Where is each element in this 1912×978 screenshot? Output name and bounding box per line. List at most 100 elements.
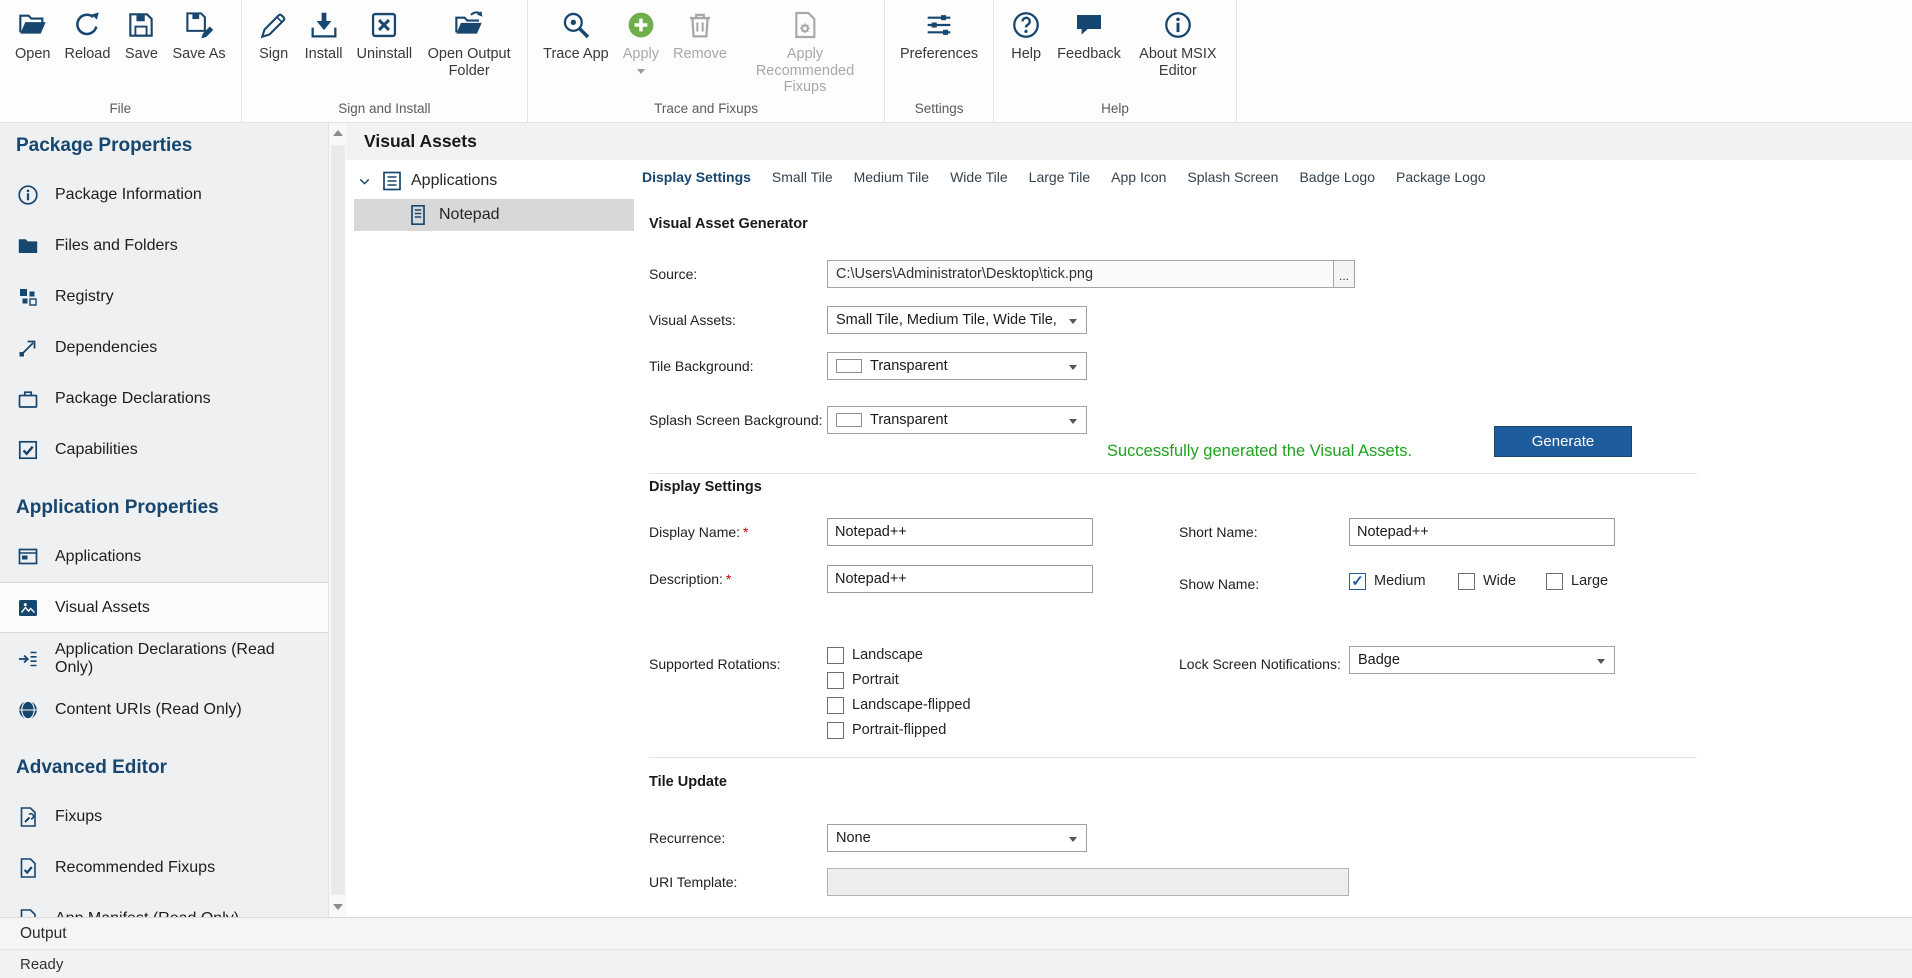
apply-recommended-fixups-button[interactable]: Apply Recommended Fixups [734, 4, 876, 98]
source-field-group: ... [827, 260, 1355, 288]
section-divider [649, 473, 1697, 474]
sidebar-item-package-declarations[interactable]: Package Declarations [0, 373, 328, 424]
checkbox-medium[interactable] [1349, 573, 1366, 590]
section-title-tile-update: Tile Update [649, 774, 727, 790]
output-panel-label: Output [20, 925, 67, 943]
sidebar-item-label: Application Declarations (Read Only) [55, 641, 312, 677]
tile-background-dropdown-value: Transparent [870, 358, 948, 374]
doc-lines-icon [16, 907, 40, 918]
tree-node-notepad[interactable]: Notepad [354, 199, 634, 231]
tab-display-settings[interactable]: Display Settings [640, 169, 753, 185]
browse-button[interactable]: ... [1333, 260, 1355, 288]
tab-small-tile[interactable]: Small Tile [770, 169, 835, 185]
checkbox-wide[interactable] [1458, 573, 1475, 590]
sidebar-item-recommended-fixups[interactable]: Recommended Fixups [0, 842, 328, 893]
lock-screen-notifications-value: Badge [1358, 652, 1400, 668]
ribbon-group-trace-and-fixups-label: Trace and Fixups [536, 98, 876, 122]
sidebar-item-content-uris[interactable]: Content URIs (Read Only) [0, 684, 328, 735]
tab-package-logo[interactable]: Package Logo [1394, 169, 1488, 185]
open-button[interactable]: Open [8, 4, 57, 65]
sidebar-section-application-properties: Application Properties [0, 485, 328, 531]
help-button[interactable]: Help [1002, 4, 1050, 65]
tile-background-dropdown[interactable]: Transparent [827, 352, 1087, 380]
tab-medium-tile[interactable]: Medium Tile [852, 169, 931, 185]
checkbox-portrait[interactable] [827, 672, 844, 689]
wrench-doc-icon [16, 805, 40, 829]
checkbox-portrait-flipped[interactable] [827, 722, 844, 739]
install-button[interactable]: Install [298, 4, 350, 65]
save-as-button[interactable]: Save As [165, 4, 232, 65]
tab-wide-tile[interactable]: Wide Tile [948, 169, 1010, 185]
tab-large-tile[interactable]: Large Tile [1027, 169, 1092, 185]
sidebar-scrollbar[interactable] [328, 123, 346, 917]
feedback-button[interactable]: Feedback [1050, 4, 1128, 65]
preferences-button[interactable]: Preferences [893, 4, 985, 65]
preferences-button-label: Preferences [900, 46, 978, 63]
sidebar: Package Properties Package Information F… [0, 123, 328, 917]
uninstall-button[interactable]: Uninstall [350, 4, 420, 65]
sidebar-item-visual-assets[interactable]: Visual Assets [0, 582, 328, 633]
uri-template-label: URI Template: [649, 868, 737, 896]
sidebar-item-registry[interactable]: Registry [0, 271, 328, 322]
checkbox-landscape-flipped[interactable] [827, 697, 844, 714]
supported-rotations-label: Supported Rotations: [649, 650, 781, 678]
output-panel-header[interactable]: Output [0, 917, 1912, 949]
remove-button[interactable]: Remove [666, 4, 734, 65]
about-msix-editor-button[interactable]: About MSIX Editor [1128, 4, 1228, 81]
recurrence-label: Recurrence: [649, 824, 725, 852]
sidebar-item-label: Dependencies [55, 339, 157, 357]
sidebar-item-application-declarations[interactable]: Application Declarations (Read Only) [0, 633, 328, 684]
recurrence-dropdown[interactable]: None [827, 824, 1087, 852]
show-name-label: Show Name: [1179, 570, 1259, 598]
uri-template-input[interactable] [827, 868, 1349, 896]
help-button-label: Help [1011, 46, 1041, 63]
remove-button-label: Remove [673, 46, 727, 63]
apply-recommended-fixups-icon [789, 9, 821, 41]
show-name-large-option: Large [1546, 570, 1608, 592]
ribbon-group-file-label: File [8, 98, 233, 122]
scroll-down-arrow[interactable] [329, 897, 346, 917]
splash-screen-background-dropdown-value: Transparent [870, 412, 948, 428]
description-input[interactable] [827, 565, 1093, 593]
display-name-input[interactable] [827, 518, 1093, 546]
sidebar-item-package-information[interactable]: Package Information [0, 169, 328, 220]
tree-node-applications[interactable]: Applications [346, 166, 634, 196]
checkbox-large[interactable] [1546, 573, 1563, 590]
open-output-folder-button[interactable]: Open Output Folder [419, 4, 519, 81]
sidebar-item-files-and-folders[interactable]: Files and Folders [0, 220, 328, 271]
section-title-visual-asset-generator: Visual Asset Generator [649, 216, 808, 232]
reload-button[interactable]: Reload [57, 4, 117, 65]
short-name-input[interactable] [1349, 518, 1615, 546]
save-button[interactable]: Save [117, 4, 165, 65]
scroll-up-arrow[interactable] [329, 123, 346, 143]
sidebar-item-applications[interactable]: Applications [0, 531, 328, 582]
sidebar-item-capabilities[interactable]: Capabilities [0, 424, 328, 475]
applications-tree: Applications Notepad [346, 160, 634, 917]
color-swatch [836, 359, 862, 373]
triangle-up-icon [333, 130, 343, 136]
ribbon-group-sign-and-install: Sign Install Uninstall Open Output Folde… [242, 0, 529, 122]
lock-screen-notifications-dropdown[interactable]: Badge [1349, 646, 1615, 674]
generate-button[interactable]: Generate [1494, 426, 1632, 457]
checkbox-landscape[interactable] [827, 647, 844, 664]
reload-button-label: Reload [64, 46, 110, 63]
tab-app-icon[interactable]: App Icon [1109, 169, 1168, 185]
visual-assets-dropdown[interactable]: Small Tile, Medium Tile, Wide Tile, Larg… [827, 306, 1087, 334]
save-button-label: Save [125, 46, 158, 63]
rotation-portrait-option: Portrait [827, 669, 899, 691]
help-icon [1010, 9, 1042, 41]
splash-screen-background-dropdown[interactable]: Transparent [827, 406, 1087, 434]
short-name-label: Short Name: [1179, 518, 1258, 546]
trace-app-button[interactable]: Trace App [536, 4, 616, 65]
sidebar-item-label: Registry [55, 288, 114, 306]
sidebar-item-app-manifest[interactable]: App Manifest (Read Only) [0, 893, 328, 917]
sidebar-item-dependencies[interactable]: Dependencies [0, 322, 328, 373]
apply-button[interactable]: Apply [616, 4, 666, 76]
source-input[interactable] [827, 260, 1333, 288]
sign-button[interactable]: Sign [250, 4, 298, 65]
sidebar-item-fixups[interactable]: Fixups [0, 791, 328, 842]
tab-splash-screen[interactable]: Splash Screen [1185, 169, 1280, 185]
tab-badge-logo[interactable]: Badge Logo [1297, 169, 1377, 185]
scrollbar-thumb[interactable] [331, 145, 345, 895]
rotation-landscape-option: Landscape [827, 644, 923, 666]
